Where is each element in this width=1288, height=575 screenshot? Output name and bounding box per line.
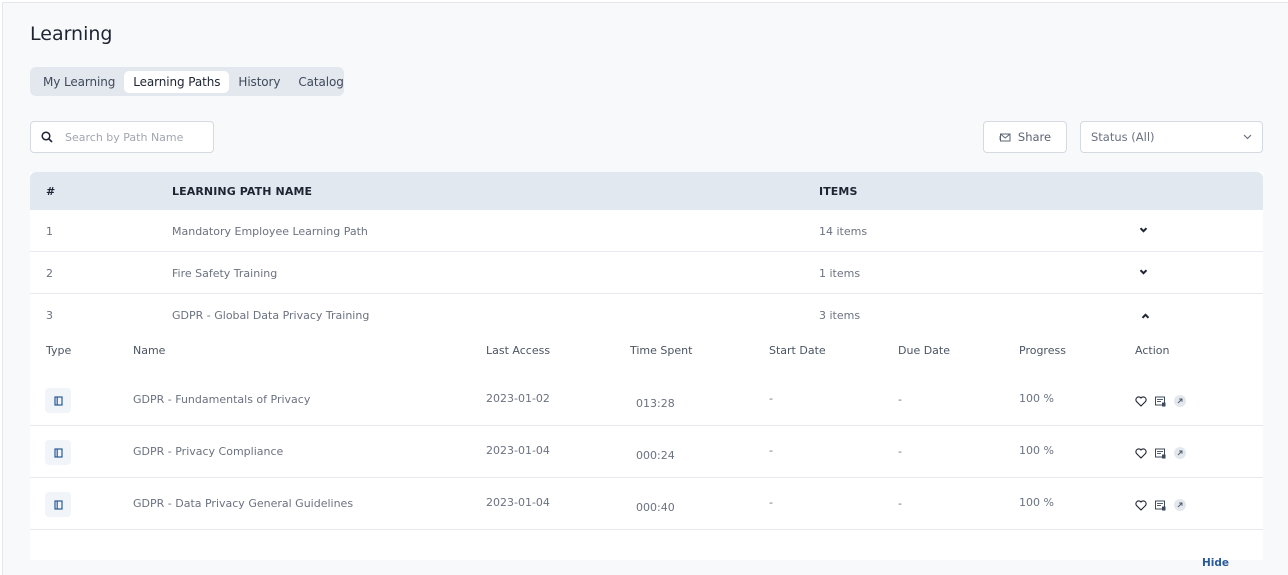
course-type-badge (45, 492, 71, 517)
column-header-number: # (46, 185, 56, 198)
column-header-items: ITEMS (819, 185, 858, 198)
last-access: 2023-01-02 (486, 392, 550, 405)
row-path-name: Mandatory Employee Learning Path (172, 225, 368, 238)
chevron-down-icon[interactable] (1139, 269, 1148, 275)
progress: 100 % (1019, 392, 1054, 405)
chevron-up-icon[interactable] (1141, 313, 1150, 319)
progress: 100 % (1019, 496, 1054, 509)
table-header: # LEARNING PATH NAME ITEMS (30, 172, 1263, 210)
search-input[interactable] (65, 130, 205, 144)
certificate-icon[interactable] (1155, 500, 1166, 511)
certificate-icon[interactable] (1155, 448, 1166, 459)
heart-icon[interactable] (1135, 499, 1147, 511)
arrow-up-right-icon (1177, 502, 1183, 508)
course-type-badge (45, 440, 71, 465)
row-path-name: Fire Safety Training (172, 267, 278, 280)
detail-row: GDPR - Data Privacy General Guidelines 2… (30, 478, 1263, 530)
column-header-name: LEARNING PATH NAME (172, 185, 313, 198)
status-selected-value: Status (All) (1091, 130, 1155, 144)
chevron-down-icon[interactable] (1139, 227, 1148, 233)
time-spent: 000:40 (636, 501, 675, 514)
table-row[interactable]: 2 Fire Safety Training 1 items (30, 252, 1263, 294)
detail-header-name: Name (133, 344, 166, 357)
heart-icon[interactable] (1135, 395, 1147, 407)
start-date: - (769, 444, 773, 457)
course-name: GDPR - Fundamentals of Privacy (133, 393, 311, 406)
row-items-count: 1 items (819, 267, 861, 280)
detail-row: GDPR - Privacy Compliance 2023-01-04 000… (30, 426, 1263, 478)
course-type-badge (45, 388, 71, 413)
start-date: - (769, 496, 773, 509)
open-link-button[interactable] (1174, 395, 1186, 407)
course-name: GDPR - Privacy Compliance (133, 445, 284, 458)
open-link-button[interactable] (1174, 499, 1186, 511)
page-title: Learning (30, 23, 113, 45)
learning-paths-table: # LEARNING PATH NAME ITEMS 1 Mandatory E… (30, 172, 1263, 560)
table-footer-spacer (30, 530, 1263, 560)
status-select[interactable]: Status (All) (1080, 121, 1263, 153)
search-box[interactable] (30, 121, 214, 153)
detail-table-header: Type Name Last Access Time Spent Start D… (30, 336, 1263, 374)
last-access: 2023-01-04 (486, 444, 550, 457)
progress: 100 % (1019, 444, 1054, 457)
course-name: GDPR - Data Privacy General Guidelines (133, 497, 354, 510)
detail-header-last-access: Last Access (486, 344, 551, 357)
row-number: 1 (46, 225, 53, 238)
last-access: 2023-01-04 (486, 496, 550, 509)
heart-icon[interactable] (1135, 447, 1147, 459)
time-spent: 013:28 (636, 397, 675, 410)
book-icon (53, 395, 63, 406)
detail-row: GDPR - Fundamentals of Privacy 2023-01-0… (30, 374, 1263, 426)
table-row-expanded[interactable]: 3 GDPR - Global Data Privacy Training 3 … (30, 294, 1263, 336)
row-items-count: 3 items (819, 309, 861, 322)
detail-header-start-date: Start Date (769, 344, 826, 357)
book-icon (53, 447, 63, 458)
detail-header-action: Action (1135, 344, 1170, 357)
due-date: - (898, 445, 902, 458)
certificate-icon[interactable] (1155, 396, 1166, 407)
start-date: - (769, 392, 773, 405)
learning-page: Learning My Learning Learning Paths Hist… (2, 2, 1288, 575)
share-label: Share (1017, 130, 1052, 144)
row-number: 2 (46, 267, 53, 280)
open-link-button[interactable] (1174, 447, 1186, 459)
detail-header-due-date: Due Date (898, 344, 950, 357)
mail-icon (998, 133, 1011, 141)
arrow-up-right-icon (1177, 450, 1183, 456)
book-icon (53, 499, 63, 510)
due-date: - (898, 497, 902, 510)
chevron-down-icon (1243, 134, 1252, 140)
arrow-up-right-icon (1177, 398, 1183, 404)
table-row[interactable]: 1 Mandatory Employee Learning Path 14 it… (30, 210, 1263, 252)
hide-details-link[interactable]: Hide (1202, 557, 1229, 569)
time-spent: 000:24 (636, 449, 675, 462)
row-items-count: 14 items (819, 225, 868, 238)
tab-my-learning[interactable]: My Learning (34, 71, 124, 93)
row-number: 3 (46, 309, 53, 322)
share-button[interactable]: Share (983, 121, 1067, 153)
row-actions (1135, 499, 1186, 511)
tab-history[interactable]: History (229, 71, 289, 93)
row-path-name: GDPR - Global Data Privacy Training (172, 309, 370, 322)
tab-learning-paths[interactable]: Learning Paths (124, 70, 230, 93)
tab-bar: My Learning Learning Paths History Catal… (30, 67, 344, 96)
row-actions (1135, 395, 1186, 407)
detail-header-progress: Progress (1019, 344, 1066, 357)
due-date: - (898, 393, 902, 406)
search-icon (41, 131, 53, 143)
detail-header-time-spent: Time Spent (630, 344, 693, 357)
row-actions (1135, 447, 1186, 459)
tab-catalog[interactable]: Catalog (289, 71, 352, 93)
detail-header-type: Type (46, 344, 72, 357)
